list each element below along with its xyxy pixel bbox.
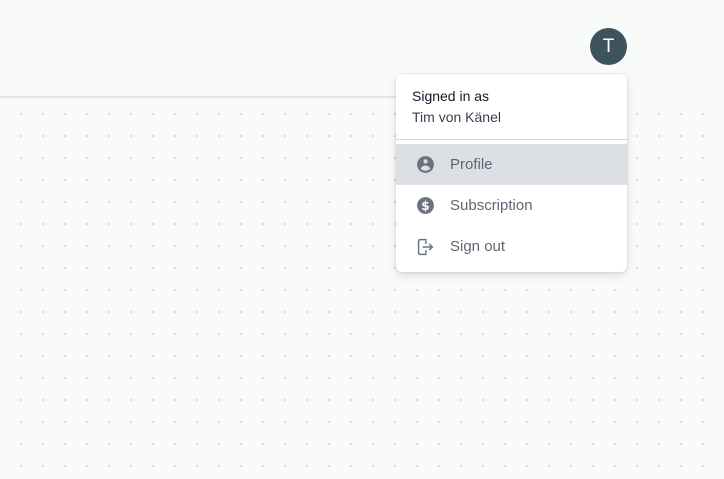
- avatar-initial: T: [602, 35, 615, 57]
- dollar-circle-icon: $: [414, 195, 436, 217]
- user-avatar-button[interactable]: T: [590, 28, 627, 65]
- logout-icon: [414, 236, 436, 258]
- menu-item-label: Sign out: [450, 238, 506, 255]
- menu-items: Profile $ Subscription Sign out: [396, 140, 627, 267]
- menu-item-label: Subscription: [450, 197, 533, 214]
- menu-item-sign-out[interactable]: Sign out: [396, 226, 627, 267]
- menu-item-label: Profile: [450, 156, 493, 173]
- user-circle-icon: [414, 154, 436, 176]
- menu-item-subscription[interactable]: $ Subscription: [396, 185, 627, 226]
- menu-user-info: Signed in as Tim von Känel: [396, 74, 627, 140]
- svg-text:$: $: [421, 199, 429, 213]
- user-dropdown-menu: Signed in as Tim von Känel Profile $ Sub…: [396, 74, 627, 272]
- signed-in-label: Signed in as: [412, 88, 490, 104]
- user-name: Tim von Känel: [412, 109, 501, 125]
- header-divider: [0, 96, 396, 98]
- menu-item-profile[interactable]: Profile: [396, 144, 627, 185]
